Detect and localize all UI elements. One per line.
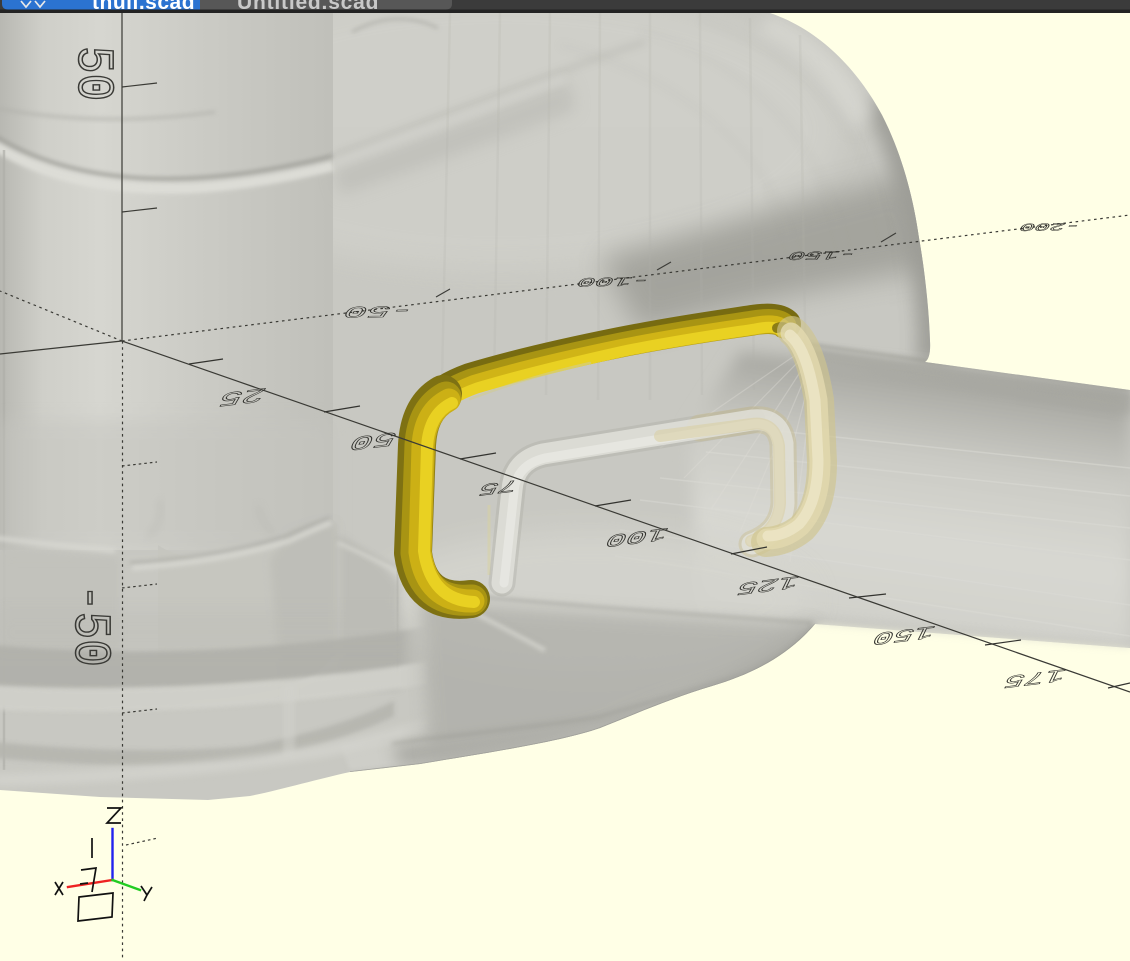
svg-text:50: 50 [63,46,122,101]
svg-text:-200: -200 [1017,220,1084,233]
svg-text:thull.scad: thull.scad [92,0,195,14]
svg-text:-100: -100 [574,273,655,289]
svg-text:-150: -150 [785,247,860,262]
svg-text:Untitled.scad: Untitled.scad [237,0,379,14]
svg-text:-50: -50 [340,301,419,320]
svg-text:-50: -50 [60,584,119,667]
